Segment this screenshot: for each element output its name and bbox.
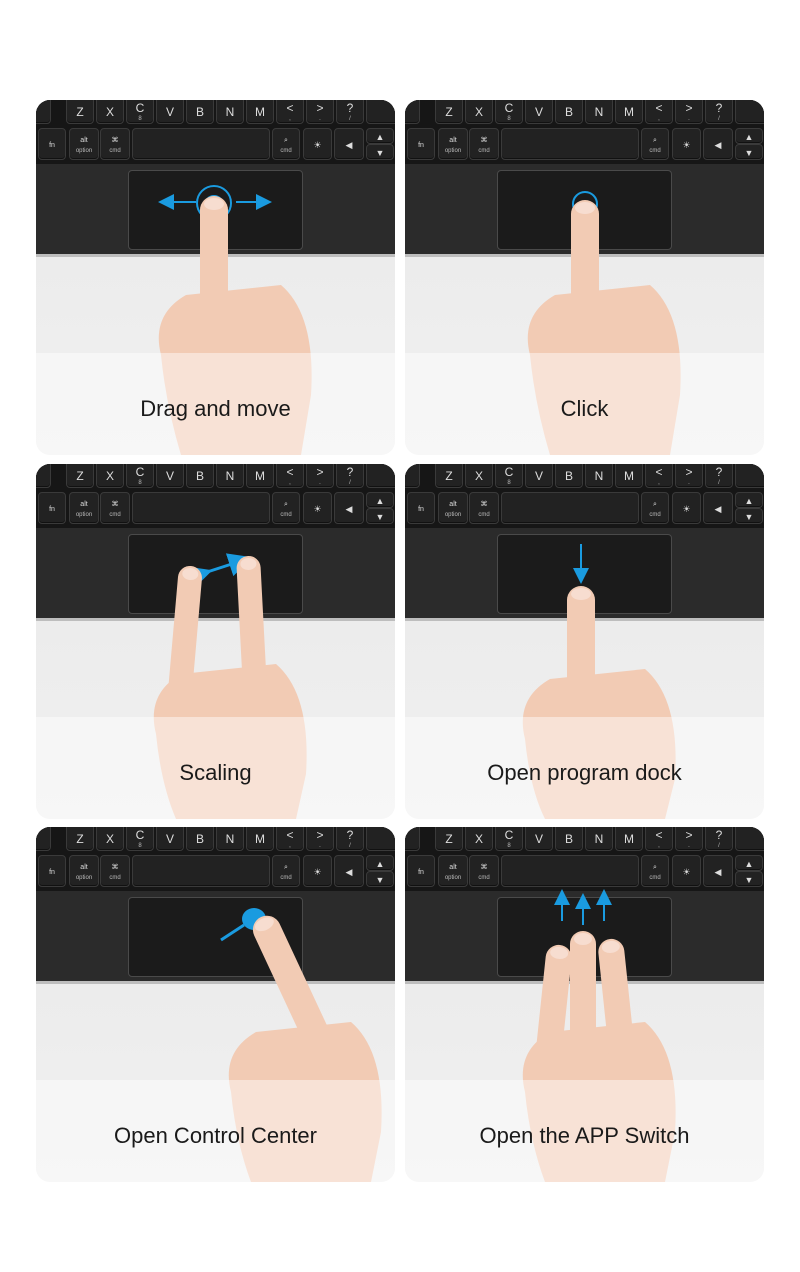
gesture-caption: Open the APP Switch: [479, 1123, 690, 1148]
gesture-card-appswitch: Z X C 8 V B N M <, >.? / fn alt option ⌘ cmd ⌕ cmd ☀ ◀ ▲ ▼ Ope…: [405, 827, 764, 1182]
gesture-card-drag: Z X C 8 V B N M <, >.? / fn alt option ⌘ cmd ⌕ cmd ☀ ◀ ▲ ▼ Dra…: [36, 100, 395, 455]
gesture-card-dock: Z X C 8 V B N M <, >.? / fn alt option ⌘ cmd ⌕ cmd ☀ ◀ ▲ ▼ Ope…: [405, 464, 764, 819]
gesture-caption: Scaling: [179, 760, 252, 785]
gesture-card-scale: Z X C 8 V B N M <, >.? / fn alt option ⌘ cmd ⌕ cmd ☀ ◀ ▲ ▼ Sca…: [36, 464, 395, 819]
gesture-card-control: Z X C 8 V B N M <, >.? / fn alt option ⌘ cmd ⌕ cmd ☀ ◀ ▲ ▼ Ope…: [36, 827, 395, 1182]
gesture-caption: Open program dock: [487, 760, 682, 785]
gesture-caption: Drag and move: [140, 396, 291, 421]
gesture-caption: Click: [560, 396, 609, 421]
gesture-card-click: Z X C 8 V B N M <, >.? / fn alt option ⌘ cmd ⌕ cmd ☀ ◀ ▲ ▼ Cli…: [405, 100, 764, 455]
gesture-caption: Open Control Center: [114, 1123, 317, 1148]
